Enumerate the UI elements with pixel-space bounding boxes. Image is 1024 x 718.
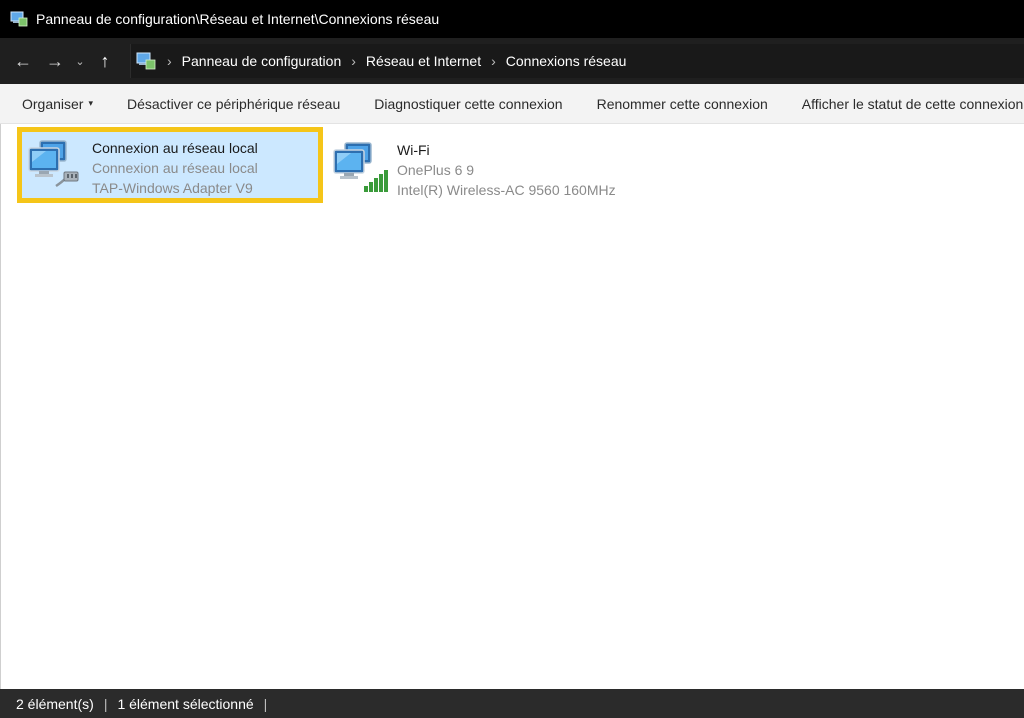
chevron-down-icon[interactable]: ⌄ [70, 46, 90, 76]
connection-item-wifi[interactable]: Wi-Fi OnePlus 6 9 Intel(R) Wireless-AC 9… [331, 132, 651, 204]
up-arrow-icon[interactable]: ↑ [90, 46, 120, 76]
selection-count: 1 élément sélectionné [117, 695, 254, 712]
status-separator: | [103, 695, 108, 712]
forward-arrow-icon[interactable]: → [40, 46, 70, 76]
status-bar: 2 élément(s) | 1 élément sélectionné | [0, 689, 1024, 718]
control-panel-icon [136, 52, 156, 70]
address-bar[interactable]: › Panneau de configuration › Réseau et I… [130, 44, 1024, 78]
organize-button[interactable]: Organiser ▾ [22, 96, 93, 112]
connection-network: Connexion au réseau local [92, 160, 258, 176]
diagnose-connection-button[interactable]: Diagnostiquer cette connexion [374, 96, 562, 112]
caret-down-icon: ▾ [88, 98, 93, 108]
connection-item-local[interactable]: Connexion au réseau local Connexion au r… [17, 127, 323, 203]
item-count: 2 élément(s) [16, 695, 94, 712]
back-arrow-icon[interactable]: ← [8, 46, 38, 76]
rename-connection-button[interactable]: Renommer cette connexion [597, 96, 768, 112]
wifi-signal-icon [331, 140, 393, 196]
breadcrumb-network-internet[interactable]: Réseau et Internet [366, 53, 481, 69]
organize-label: Organiser [22, 95, 84, 112]
connection-name: Connexion au réseau local [92, 140, 258, 156]
navigation-bar: ← → ⌄ ↑ › Panneau de configuration › Rés… [0, 38, 1024, 84]
connection-adapter: Intel(R) Wireless-AC 9560 160MHz [397, 182, 616, 198]
connections-list: Connexion au réseau local Connexion au r… [0, 124, 1024, 689]
status-separator: | [263, 695, 268, 712]
network-cable-icon [26, 138, 88, 194]
breadcrumb-separator: › [167, 53, 172, 69]
breadcrumb-control-panel[interactable]: Panneau de configuration [182, 53, 342, 69]
breadcrumb-network-connections[interactable]: Connexions réseau [506, 53, 627, 69]
title-bar: Panneau de configuration\Réseau et Inter… [0, 0, 1024, 38]
connection-name: Wi-Fi [397, 142, 430, 158]
connection-adapter: TAP-Windows Adapter V9 [92, 180, 253, 196]
connection-network: OnePlus 6 9 [397, 162, 475, 178]
disable-device-button[interactable]: Désactiver ce périphérique réseau [127, 96, 340, 112]
view-status-button[interactable]: Afficher le statut de cette connexion [802, 96, 1024, 112]
window-title: Panneau de configuration\Réseau et Inter… [36, 11, 440, 27]
control-panel-icon [10, 11, 28, 27]
breadcrumb-separator[interactable]: › [491, 53, 496, 69]
breadcrumb-separator[interactable]: › [351, 53, 356, 69]
command-bar: Organiser ▾ Désactiver ce périphérique r… [0, 84, 1024, 124]
